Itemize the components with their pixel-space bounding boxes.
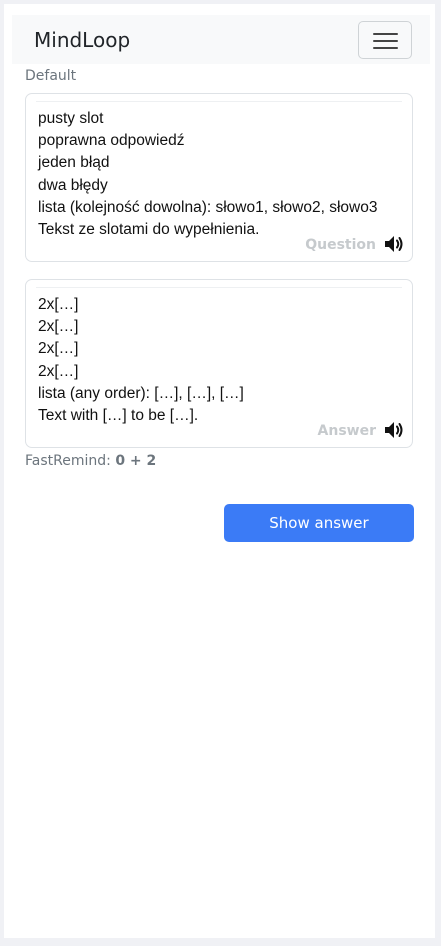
question-line: poprawna odpowiedź [38, 132, 185, 150]
question-text: pusty slot poprawna odpowiedź jeden błąd… [38, 108, 377, 241]
speaker-icon[interactable] [383, 420, 405, 440]
brand-logo[interactable]: MindLoop [34, 28, 130, 52]
question-line: lista (kolejność dowolna): słowo1, słowo… [38, 198, 378, 216]
card-divider [36, 287, 402, 288]
answer-card: 2x[…] 2x[…] 2x[…] 2x[…] lista (any order… [25, 279, 413, 448]
navbar: MindLoop [12, 15, 430, 64]
menu-toggle-button[interactable] [358, 21, 412, 59]
fastremind-status: FastRemind: 0 + 2 [25, 453, 156, 469]
answer-line: 2x[…] [38, 296, 79, 313]
answer-line: 2x[…] [38, 340, 79, 358]
question-line: jeden błąd [38, 154, 110, 172]
deck-name: Default [25, 68, 77, 84]
question-label: Question [305, 237, 376, 253]
app-page: MindLoop Default pusty slot poprawna odp… [4, 4, 435, 938]
answer-label: Answer [317, 423, 376, 439]
fastremind-count: 0 + 2 [115, 453, 157, 469]
speaker-icon[interactable] [383, 234, 405, 254]
fastremind-label: FastRemind: [25, 453, 111, 469]
answer-line: Text with […] to be […]. [38, 407, 199, 425]
answer-line: lista (any order): […], […], […] [38, 384, 244, 402]
question-card: pusty slot poprawna odpowiedź jeden błąd… [25, 93, 413, 262]
question-line: pusty slot [38, 110, 104, 127]
show-answer-button[interactable]: Show answer [224, 504, 414, 542]
answer-line: 2x[…] [38, 362, 79, 380]
card-divider [36, 101, 402, 102]
question-line: dwa błędy [38, 176, 108, 194]
answer-text: 2x[…] 2x[…] 2x[…] 2x[…] lista (any order… [38, 294, 244, 427]
answer-line: 2x[…] [38, 318, 79, 336]
